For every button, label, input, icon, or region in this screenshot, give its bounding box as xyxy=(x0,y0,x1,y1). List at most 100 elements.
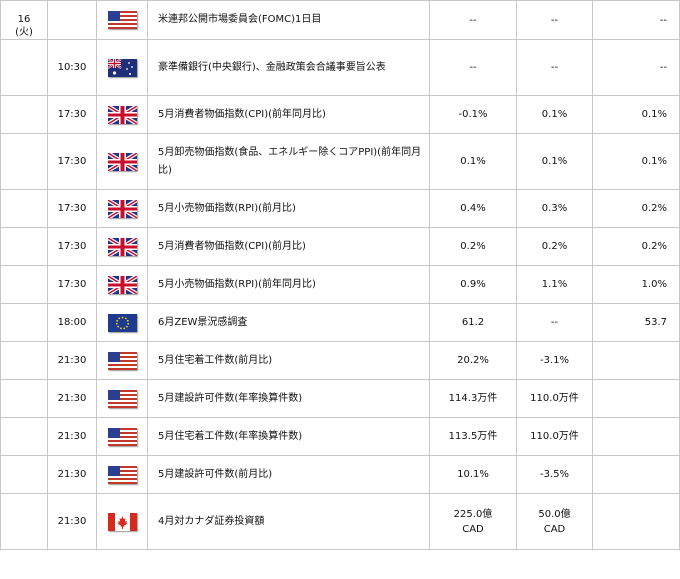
date-cell-empty xyxy=(0,417,48,456)
date-cell: 16 (火) xyxy=(0,0,48,40)
actual-value-cell: 53.7 xyxy=(592,303,680,342)
forecast-value-cell: 110.0万件 xyxy=(516,417,593,456)
flag-cell xyxy=(96,341,148,380)
table-row: 21:30 5月建設許可件数(前月比) 10.1% -3.5% xyxy=(0,455,680,494)
flag-cell xyxy=(96,417,148,456)
table-row: 10:30 豪準備銀行(中央銀行)、金融政策会合議事要旨公表 -- -- -- xyxy=(0,39,680,96)
flag-cell xyxy=(96,493,148,550)
table-row: 21:30 5月建設許可件数(年率換算件数) 114.3万件 110.0万件 xyxy=(0,379,680,418)
table-row: 17:30 5月卸売物価指数(食品、エネルギー除くコアPPI)(前年同月比) 0.… xyxy=(0,133,680,190)
time-cell: 21:30 xyxy=(47,379,97,418)
table-row: 17:30 5月消費者物価指数(CPI)(前年同月比) -0.1% 0.1% 0.1% xyxy=(0,95,680,134)
actual-value-cell: 0.2% xyxy=(592,227,680,266)
time-cell: 17:30 xyxy=(47,265,97,304)
table-row: 18:00 6月ZEW景況感調査 61.2 -- 53.7 xyxy=(0,303,680,342)
forecast-value-cell: 1.1% xyxy=(516,265,593,304)
date-day: 16 xyxy=(17,14,31,25)
time-cell: 21:30 xyxy=(47,417,97,456)
forecast-value-cell: 0.2% xyxy=(516,227,593,266)
flag-cell xyxy=(96,95,148,134)
event-cell: 4月対カナダ証券投資額 xyxy=(147,493,430,550)
time-cell: 21:30 xyxy=(47,493,97,550)
us-flag-icon xyxy=(107,351,137,370)
date-cell-empty xyxy=(0,455,48,494)
ca-flag-icon xyxy=(107,512,137,531)
prev-value-cell: 0.1% xyxy=(429,133,517,190)
prev-value-cell: 10.1% xyxy=(429,455,517,494)
us-flag-icon xyxy=(107,427,137,446)
uk-flag-icon xyxy=(107,105,137,124)
forecast-value-cell: -3.5% xyxy=(516,455,593,494)
actual-value-cell: 1.0% xyxy=(592,265,680,304)
uk-flag-icon xyxy=(107,275,137,294)
date-cell-empty xyxy=(0,303,48,342)
time-cell: 21:30 xyxy=(47,341,97,380)
time-cell: 21:30 xyxy=(47,455,97,494)
date-weekday: (火) xyxy=(15,27,33,38)
flag-cell xyxy=(96,379,148,418)
us-flag-icon xyxy=(107,389,137,408)
us-flag-icon xyxy=(107,11,137,29)
date-cell-empty xyxy=(0,341,48,380)
prev-value-cell: -- xyxy=(429,39,517,96)
au-flag-icon xyxy=(107,58,137,77)
table-row: 17:30 5月消費者物価指数(CPI)(前月比) 0.2% 0.2% 0.2% xyxy=(0,227,680,266)
actual-value-cell xyxy=(592,417,680,456)
forecast-value-cell: 50.0億 CAD xyxy=(516,493,593,550)
actual-value-cell xyxy=(592,493,680,550)
forecast-value-cell: 0.3% xyxy=(516,189,593,228)
table-row: 21:30 5月住宅着工件数(前月比) 20.2% -3.1% xyxy=(0,341,680,380)
time-cell: 18:00 xyxy=(47,303,97,342)
time-cell: 17:30 xyxy=(47,227,97,266)
date-cell-empty xyxy=(0,379,48,418)
actual-value-cell xyxy=(592,341,680,380)
forecast-value-cell: -- xyxy=(516,303,593,342)
event-cell: 6月ZEW景況感調査 xyxy=(147,303,430,342)
event-cell: 米連邦公開市場委員会(FOMC)1日目 xyxy=(147,0,430,40)
table-row: 17:30 5月小売物価指数(RPI)(前月比) 0.4% 0.3% 0.2% xyxy=(0,189,680,228)
actual-value-cell: -- xyxy=(592,0,680,40)
actual-value-cell: 0.1% xyxy=(592,95,680,134)
date-cell-empty xyxy=(0,95,48,134)
prev-value-cell: 0.2% xyxy=(429,227,517,266)
forecast-value-cell: -3.1% xyxy=(516,341,593,380)
prev-value-cell: 0.9% xyxy=(429,265,517,304)
event-cell: 5月建設許可件数(前月比) xyxy=(147,455,430,494)
event-cell: 5月小売物価指数(RPI)(前年同月比) xyxy=(147,265,430,304)
actual-value-cell: 0.2% xyxy=(592,189,680,228)
actual-value-cell xyxy=(592,455,680,494)
uk-flag-icon xyxy=(107,237,137,256)
forecast-value-cell: 0.1% xyxy=(516,133,593,190)
prev-value-cell: 113.5万件 xyxy=(429,417,517,456)
event-cell: 5月住宅着工件数(年率換算件数) xyxy=(147,417,430,456)
date-cell-empty xyxy=(0,39,48,96)
table-row: 21:30 5月住宅着工件数(年率換算件数) 113.5万件 110.0万件 xyxy=(0,417,680,456)
flag-cell xyxy=(96,227,148,266)
time-cell: 17:30 xyxy=(47,95,97,134)
event-cell: 5月消費者物価指数(CPI)(前年同月比) xyxy=(147,95,430,134)
event-cell: 5月卸売物価指数(食品、エネルギー除くコアPPI)(前年同月比) xyxy=(147,133,430,190)
table-row: 21:30 4月対カナダ証券投資額 225.0億 CAD 50.0億 CAD xyxy=(0,493,680,550)
us-flag-icon xyxy=(107,465,137,484)
prev-value-cell: 225.0億 CAD xyxy=(429,493,517,550)
actual-value-cell xyxy=(592,379,680,418)
event-cell: 豪準備銀行(中央銀行)、金融政策会合議事要旨公表 xyxy=(147,39,430,96)
date-cell-empty xyxy=(0,189,48,228)
forecast-value-cell: 110.0万件 xyxy=(516,379,593,418)
forecast-value-cell: 0.1% xyxy=(516,95,593,134)
flag-cell xyxy=(96,303,148,342)
time-cell xyxy=(47,0,97,40)
flag-cell xyxy=(96,133,148,190)
table-row: 16 (火) 米連邦公開市場委員会(FOMC)1日目 -- -- -- xyxy=(0,0,680,40)
uk-flag-icon xyxy=(107,152,137,171)
flag-cell xyxy=(96,0,148,40)
date-cell-empty xyxy=(0,493,48,550)
actual-value-cell: 0.1% xyxy=(592,133,680,190)
forecast-value-cell: -- xyxy=(516,39,593,96)
uk-flag-icon xyxy=(107,199,137,218)
eu-flag-icon xyxy=(107,313,137,332)
date-cell-empty xyxy=(0,133,48,190)
forecast-value-cell: -- xyxy=(516,0,593,40)
prev-value-cell: -- xyxy=(429,0,517,40)
prev-value-cell: 0.4% xyxy=(429,189,517,228)
